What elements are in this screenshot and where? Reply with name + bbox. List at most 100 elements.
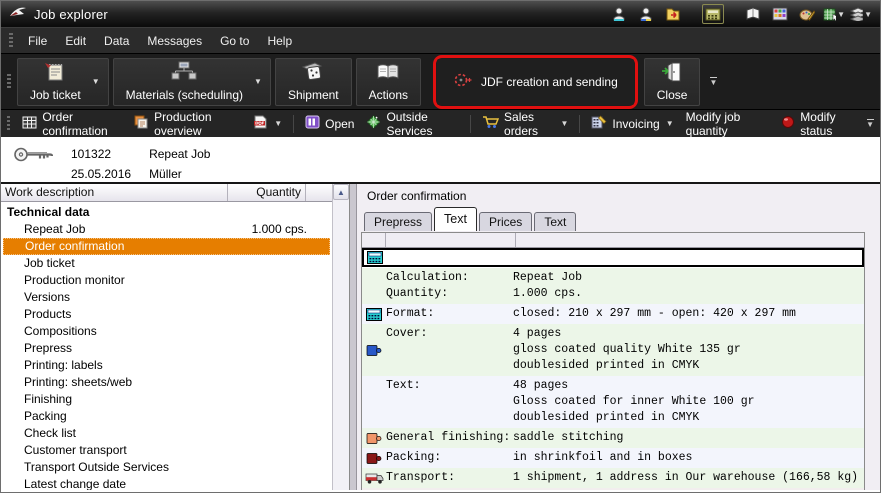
row-value: 48 pages — [513, 378, 864, 394]
order-confirmation-nav-button[interactable]: Order confirmation — [16, 108, 128, 140]
job-ticket-label: Job ticket — [30, 88, 81, 102]
tree-item-finishing[interactable]: Finishing — [1, 391, 332, 408]
format-block[interactable]: Format:closed: 210 x 297 mm - open: 420 … — [362, 304, 864, 324]
invoicing-nav-button[interactable]: Invoicing ▼ — [585, 113, 679, 134]
table-header-row — [362, 233, 864, 248]
pdf-icon — [253, 115, 268, 132]
open-nav-button[interactable]: Open — [299, 113, 360, 134]
main-toolbar-grip[interactable] — [7, 74, 11, 90]
table-filler — [362, 488, 864, 490]
tree-item-check-list[interactable]: Check list — [1, 425, 332, 442]
text-block[interactable]: Text:48 pages Gloss coated for inner Whi… — [362, 376, 864, 428]
job-export-icon[interactable] — [662, 4, 684, 24]
actions-button[interactable]: Actions — [356, 58, 421, 106]
ledger-dropdown-icon[interactable]: ▼ — [823, 4, 845, 24]
tree-item-compositions[interactable]: Compositions — [1, 323, 332, 340]
scroll-up-arrow-icon[interactable]: ▲ — [333, 184, 349, 200]
notebook-icon[interactable] — [742, 4, 764, 24]
tree-item-packing[interactable]: Packing — [1, 408, 332, 425]
tree-item-customer-transport[interactable]: Customer transport — [1, 442, 332, 459]
header-cell-icon[interactable] — [362, 233, 386, 247]
jdf-creation-button[interactable]: JDF creation and sending — [437, 59, 634, 105]
tree-item-job-ticket[interactable]: Job ticket — [1, 255, 332, 272]
content-area: Work description Quantity Technical data… — [1, 184, 880, 490]
tab-text-2[interactable]: Text — [534, 212, 576, 231]
user-add-icon[interactable] — [608, 4, 630, 24]
report-page-icon — [134, 115, 149, 132]
job-number: 101322 — [71, 144, 131, 164]
close-button[interactable]: Close — [644, 58, 701, 106]
calculation-icon — [362, 306, 386, 322]
tree-item-printing-labels[interactable]: Printing: labels — [1, 357, 332, 374]
sales-orders-nav-label: Sales orders — [504, 110, 554, 138]
tree-item-production-monitor[interactable]: Production monitor — [1, 272, 332, 289]
packing-block[interactable]: Packing:in shrinkfoil and in boxes — [362, 448, 864, 468]
job-ticket-button[interactable]: Job ticket ▼ — [17, 58, 109, 106]
tree-item-versions[interactable]: Versions — [1, 289, 332, 306]
row-value: gloss coated quality White 135 gr — [513, 342, 864, 358]
header-cell-value[interactable] — [516, 233, 864, 247]
column-header-work-description[interactable]: Work description — [1, 184, 228, 201]
menu-data[interactable]: Data — [95, 30, 138, 52]
calculation-icon — [364, 251, 386, 264]
calculation-block[interactable]: Calculation:Repeat Job Quantity:1.000 cp… — [362, 268, 864, 304]
row-label: Text: — [386, 378, 513, 394]
tree-item-order-confirmation[interactable]: Order confirmation — [3, 238, 330, 255]
header-cell-label[interactable] — [386, 233, 516, 247]
tree-item-prepress[interactable]: Prepress — [1, 340, 332, 357]
menu-messages[interactable]: Messages — [138, 30, 211, 52]
sales-cart-icon — [482, 115, 499, 132]
titlebar: Job explorer — [1, 1, 880, 27]
tab-prepress[interactable]: Prepress — [364, 212, 432, 231]
job-ticket-icon — [43, 61, 67, 86]
menu-edit[interactable]: Edit — [56, 30, 95, 52]
cover-block[interactable]: Cover:4 pages gloss coated quality White… — [362, 324, 864, 376]
puzzle-red-icon — [362, 450, 386, 466]
tab-bar: Prepress Text Prices Text — [361, 206, 880, 231]
tree-item-transport-outside-services[interactable]: Transport Outside Services — [1, 459, 332, 476]
transport-block[interactable]: Transport:1 shipment, 1 address in Our w… — [362, 468, 864, 488]
materials-scheduling-button[interactable]: Materials (scheduling) ▼ — [113, 58, 271, 106]
job-name-customer: Repeat Job Müller — [149, 144, 210, 182]
menubar-grip[interactable] — [9, 33, 13, 49]
row-value: in shrinkfoil and in boxes — [513, 450, 864, 466]
tree-scrollbar[interactable]: ▲ — [332, 184, 349, 490]
tree-item-latest-change-date[interactable]: Latest change date — [1, 476, 332, 490]
window-title: Job explorer — [34, 7, 108, 22]
row-value: Gloss coated for inner White 100 gr — [513, 394, 864, 410]
modify-status-button[interactable]: Modify status — [775, 108, 862, 140]
pdf-export-button[interactable]: ▼ — [247, 113, 288, 134]
actions-icon — [375, 61, 401, 86]
table-grid-icon — [22, 116, 37, 132]
nav-toolbar-overflow-button[interactable]: ▼ — [864, 113, 876, 135]
planning-board-icon[interactable] — [769, 4, 791, 24]
layers-dropdown-icon[interactable]: ▼ — [850, 4, 872, 24]
nav-toolbar-grip[interactable] — [7, 116, 10, 132]
tree-item-products[interactable]: Products — [1, 306, 332, 323]
separator — [293, 115, 294, 133]
tab-prices[interactable]: Prices — [479, 212, 532, 231]
tree-item-printing-sheets-web[interactable]: Printing: sheets/web — [1, 374, 332, 391]
sales-orders-nav-button[interactable]: Sales orders ▼ — [476, 108, 574, 140]
order-confirmation-nav-label: Order confirmation — [42, 110, 122, 138]
user-switch-icon[interactable] — [635, 4, 657, 24]
shipment-button[interactable]: Shipment — [275, 58, 352, 106]
menu-goto[interactable]: Go to — [211, 30, 258, 52]
palette-icon[interactable] — [796, 4, 818, 24]
puzzle-orange-icon — [362, 430, 386, 446]
chevron-down-icon: ▼ — [274, 119, 282, 128]
production-overview-nav-button[interactable]: Production overview — [128, 108, 247, 140]
selected-row[interactable] — [362, 248, 864, 267]
menu-file[interactable]: File — [19, 30, 56, 52]
menu-help[interactable]: Help — [258, 30, 301, 52]
outside-services-nav-button[interactable]: Outside Services — [360, 108, 465, 140]
job-number-date: 101322 25.05.2016 — [71, 144, 131, 182]
modify-job-quantity-button[interactable]: Modify job quantity — [680, 108, 776, 140]
toolbar-overflow-button[interactable]: ▼ — [706, 60, 720, 104]
tree-item-repeat-job[interactable]: Repeat Job 1.000 cps. — [1, 221, 332, 238]
calculator-icon[interactable] — [702, 4, 724, 24]
tab-text[interactable]: Text — [434, 207, 477, 231]
general-finishing-block[interactable]: General finishing:saddle stitching — [362, 428, 864, 448]
tree-group-technical-data[interactable]: Technical data — [1, 204, 332, 221]
column-header-quantity[interactable]: Quantity — [228, 184, 306, 201]
